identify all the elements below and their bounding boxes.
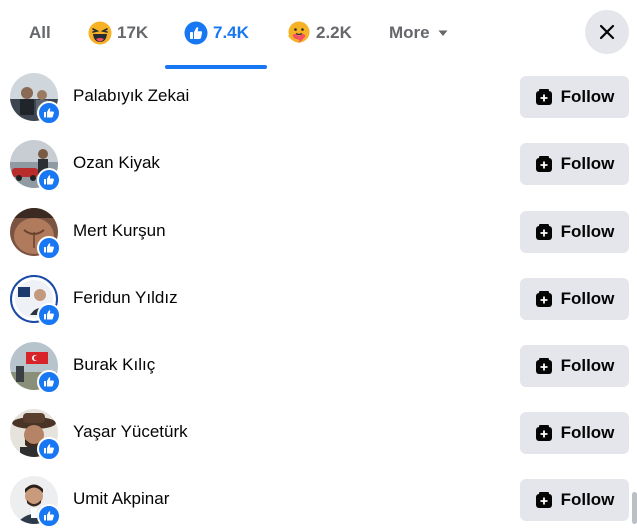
like-badge-icon <box>37 504 61 528</box>
follow-icon <box>535 223 553 241</box>
like-badge-icon <box>37 303 61 327</box>
person-name[interactable]: Ozan Kiyak <box>73 153 160 173</box>
scrollbar[interactable] <box>632 492 637 524</box>
avatar[interactable] <box>10 476 61 528</box>
avatar[interactable] <box>10 208 61 260</box>
tab-care-count: 2.2K <box>316 23 352 42</box>
avatar[interactable] <box>10 73 61 125</box>
avatar[interactable] <box>10 342 61 394</box>
follow-button[interactable]: Follow <box>520 278 629 320</box>
follow-label: Follow <box>560 356 615 375</box>
follow-label: Follow <box>560 289 615 308</box>
list-item: Mert Kurşun Follow <box>0 198 637 260</box>
avatar[interactable] <box>10 409 61 461</box>
like-badge-icon <box>37 236 61 260</box>
tab-more[interactable]: More <box>389 0 448 66</box>
person-name[interactable]: Yaşar Yücetürk <box>73 422 188 442</box>
follow-button[interactable]: Follow <box>520 345 629 387</box>
follow-label: Follow <box>560 222 615 241</box>
list-item: Burak Kılıç Follow <box>0 332 637 394</box>
like-reaction-icon <box>184 21 208 45</box>
follow-label: Follow <box>560 423 615 442</box>
tab-haha[interactable]: 17K <box>88 0 148 66</box>
follow-button[interactable]: Follow <box>520 479 629 521</box>
avatar[interactable] <box>10 140 61 192</box>
like-badge-icon <box>37 168 61 192</box>
avatar[interactable] <box>10 275 61 327</box>
tab-care[interactable]: 2.2K <box>287 0 352 66</box>
caret-down-icon <box>438 30 448 37</box>
tab-all-label: All <box>29 23 51 42</box>
tab-all[interactable]: All <box>29 0 51 66</box>
follow-button[interactable]: Follow <box>520 211 629 253</box>
haha-reaction-icon <box>88 21 112 45</box>
follow-icon <box>535 290 553 308</box>
follow-icon <box>535 88 553 106</box>
follow-label: Follow <box>560 87 615 106</box>
person-name[interactable]: Palabıyık Zekai <box>73 86 189 106</box>
tab-haha-count: 17K <box>117 23 149 42</box>
list-item: Ozan Kiyak Follow <box>0 130 637 192</box>
follow-label: Follow <box>560 490 615 509</box>
follow-icon <box>535 357 553 375</box>
follow-icon <box>535 155 553 173</box>
follow-label: Follow <box>560 154 615 173</box>
person-name[interactable]: Burak Kılıç <box>73 355 155 375</box>
follow-button[interactable]: Follow <box>520 412 629 454</box>
close-icon <box>598 23 616 41</box>
person-name[interactable]: Feridun Yıldız <box>73 288 178 308</box>
tab-like-count: 7.4K <box>213 23 249 42</box>
reaction-tabs: All 17K 7.4K 2.2K More <box>0 0 637 69</box>
follow-icon <box>535 491 553 509</box>
follow-button[interactable]: Follow <box>520 76 629 118</box>
like-badge-icon <box>37 437 61 461</box>
follow-icon <box>535 424 553 442</box>
list-item: Palabıyık Zekai Follow <box>0 63 637 125</box>
like-badge-icon <box>37 370 61 394</box>
person-name[interactable]: Umit Akpinar <box>73 489 169 509</box>
close-button[interactable] <box>585 10 629 54</box>
follow-button[interactable]: Follow <box>520 143 629 185</box>
care-reaction-icon <box>287 21 311 45</box>
tab-like[interactable]: 7.4K <box>184 0 249 66</box>
tab-more-label: More <box>389 23 430 42</box>
list-item: Yaşar Yücetürk Follow <box>0 399 637 461</box>
list-item: Feridun Yıldız Follow <box>0 265 637 327</box>
person-name[interactable]: Mert Kurşun <box>73 221 166 241</box>
list-item: Umit Akpinar Follow <box>0 466 637 528</box>
like-badge-icon <box>37 101 61 125</box>
